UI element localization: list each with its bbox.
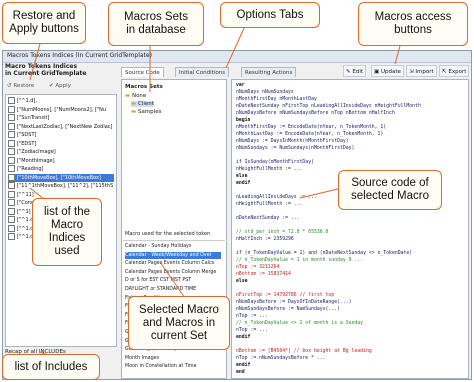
callout-access-buttons: Macros access buttons bbox=[358, 2, 468, 46]
callout-source-code: Source code of selected Macro bbox=[338, 170, 442, 210]
callout-restore-apply: Restore and Apply buttons bbox=[2, 2, 86, 44]
callout-macro-sets: Macros Sets in database bbox=[108, 2, 204, 46]
callout-options-tabs: Options Tabs bbox=[220, 2, 320, 28]
callout-includes: list of Includes bbox=[2, 354, 100, 380]
callout-indices: list of the Macro Indices used bbox=[32, 198, 102, 266]
callout-selected-macro: Selected Macro and Macros in current Set bbox=[128, 296, 230, 350]
